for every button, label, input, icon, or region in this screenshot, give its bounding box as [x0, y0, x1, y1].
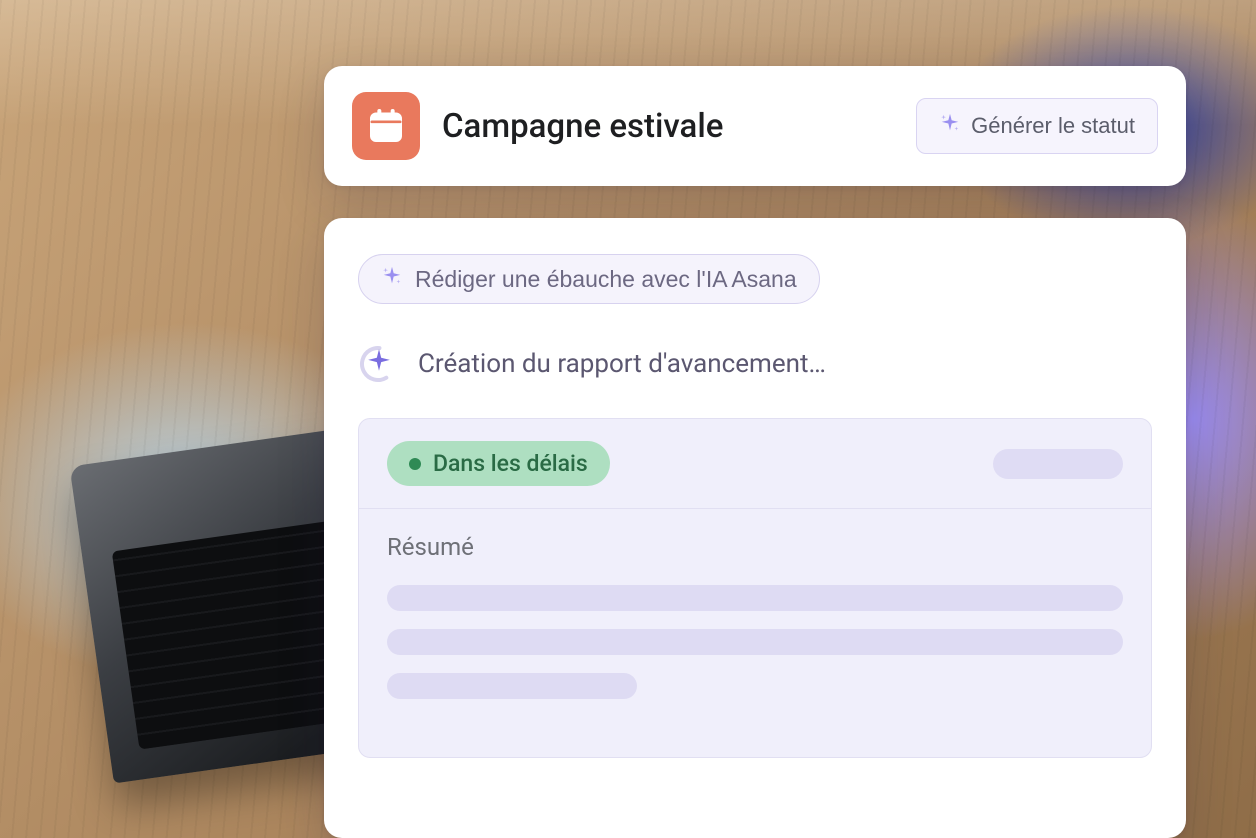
ai-draft-label: Rédiger une ébauche avec l'IA Asana: [415, 266, 797, 293]
progress-row: Création du rapport d'avancement…: [358, 344, 1152, 384]
sparkle-icon: [381, 265, 403, 293]
status-label: Dans les délais: [433, 450, 588, 477]
progress-text: Création du rapport d'avancement…: [418, 349, 826, 379]
skeleton-line: [387, 629, 1123, 655]
skeleton-line: [387, 673, 637, 699]
sparkle-icon: [939, 112, 961, 140]
report-panel: Dans les délais Résumé: [358, 418, 1152, 758]
report-panel-header: Dans les délais: [359, 419, 1151, 509]
calendar-icon: [352, 92, 420, 160]
project-title: Campagne estivale: [442, 107, 894, 146]
summary-heading: Résumé: [387, 533, 1123, 561]
ai-draft-button[interactable]: Rédiger une ébauche avec l'IA Asana: [358, 254, 820, 304]
generate-status-button[interactable]: Générer le statut: [916, 98, 1158, 154]
status-dot-icon: [409, 458, 421, 470]
status-body-card: Rédiger une ébauche avec l'IA Asana Créa…: [324, 218, 1186, 838]
report-panel-body: Résumé: [359, 509, 1151, 757]
skeleton-line: [387, 585, 1123, 611]
generate-status-label: Générer le statut: [971, 113, 1135, 139]
spinner-icon: [358, 344, 398, 384]
project-header-card: Campagne estivale Générer le statut: [324, 66, 1186, 186]
placeholder-chip: [993, 449, 1123, 479]
status-badge: Dans les délais: [387, 441, 610, 486]
